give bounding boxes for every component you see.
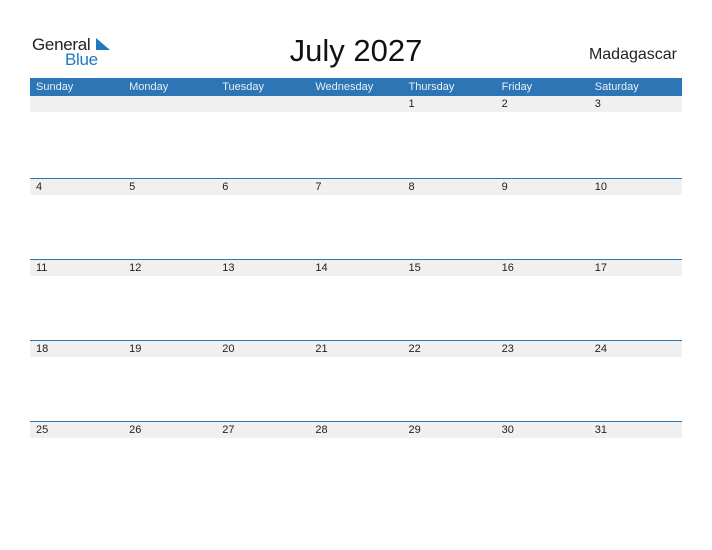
day-cell: 25	[36, 424, 49, 436]
date-row: 25 26 27 28 29 30 31	[30, 422, 682, 438]
day-cell: 1	[408, 98, 415, 110]
day-cell: 31	[594, 424, 607, 436]
day-cell: 15	[408, 262, 421, 274]
day-cell: 30	[501, 424, 514, 436]
day-cell	[216, 96, 309, 112]
day-cell: 27	[222, 424, 235, 436]
day-cell	[309, 96, 402, 112]
day-cell: 8	[408, 181, 415, 193]
day-cell: 6	[222, 181, 229, 193]
day-cell: 13	[222, 262, 235, 274]
day-cell: 14	[315, 262, 328, 274]
weekday-wednesday: Wednesday	[315, 81, 374, 93]
day-cell: 7	[315, 181, 322, 193]
day-cell: 23	[501, 343, 514, 355]
day-cell: 5	[129, 181, 136, 193]
week-row: 11 12 13 14 15 16 17	[30, 259, 682, 340]
week-row: 25 26 27 28 29 30 31	[30, 421, 682, 502]
date-row: 11 12 13 14 15 16 17	[30, 260, 682, 276]
weekday-header: Sunday Monday Tuesday Wednesday Thursday…	[30, 78, 682, 96]
day-cell	[123, 96, 216, 112]
weekday-sunday: Sunday	[36, 81, 74, 93]
day-cell: 10	[594, 181, 607, 193]
day-cell: 4	[36, 181, 43, 193]
week-row: 4 5 6 7 8 9 10	[30, 178, 682, 259]
week-row: 1 2 3	[30, 96, 682, 178]
day-cell: 19	[129, 343, 142, 355]
weekday-friday: Friday	[501, 81, 533, 93]
day-cell: 12	[129, 262, 142, 274]
date-row: 18 19 20 21 22 23 24	[30, 341, 682, 357]
weekday-monday: Monday	[129, 81, 169, 93]
calendar-grid: Sunday Monday Tuesday Wednesday Thursday…	[30, 78, 682, 502]
date-row: 1 2 3	[30, 96, 682, 112]
day-cell: 16	[501, 262, 514, 274]
day-cell: 29	[408, 424, 421, 436]
day-cell: 26	[129, 424, 142, 436]
weekday-tuesday: Tuesday	[222, 81, 265, 93]
day-cell: 20	[222, 343, 235, 355]
date-row: 4 5 6 7 8 9 10	[30, 179, 682, 195]
country-label: Madagascar	[588, 46, 677, 63]
day-cell: 21	[315, 343, 328, 355]
weekday-saturday: Saturday	[594, 81, 639, 93]
day-cell	[30, 96, 123, 112]
day-cell: 9	[501, 181, 508, 193]
day-cell: 22	[408, 343, 421, 355]
day-cell: 24	[594, 343, 607, 355]
day-cell: 3	[594, 98, 601, 110]
day-cell: 2	[501, 98, 508, 110]
day-cell: 18	[36, 343, 49, 355]
day-cell: 11	[36, 262, 48, 274]
weekday-thursday: Thursday	[408, 81, 455, 93]
day-cell: 28	[315, 424, 328, 436]
week-row: 18 19 20 21 22 23 24	[30, 340, 682, 421]
day-cell: 17	[594, 262, 607, 274]
